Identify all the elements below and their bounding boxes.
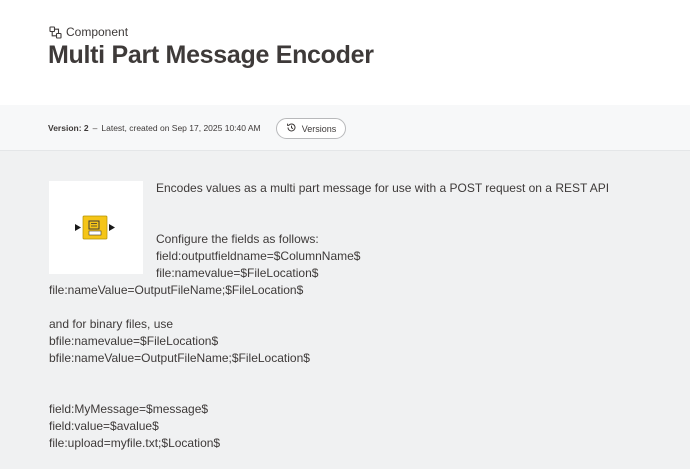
- breadcrumb-label: Component: [66, 25, 129, 39]
- breadcrumb: Component: [49, 24, 128, 40]
- description-intro: Encodes values as a multi part message f…: [156, 181, 610, 195]
- description-config-line: file:nameValue=OutputFileName;$FileLocat…: [49, 283, 304, 297]
- page-title: Multi Part Message Encoder: [48, 41, 374, 69]
- description-example-line: field:value=$avalue$: [49, 419, 159, 433]
- description-binary-line: bfile:nameValue=OutputFileName;$FileLoca…: [49, 351, 310, 365]
- page-header: Component Multi Part Message Encoder: [0, 0, 690, 105]
- versions-button-label: Versions: [301, 123, 337, 134]
- versions-button[interactable]: Versions: [276, 118, 346, 139]
- description-binary-line: bfile:namevalue=$FileLocation$: [49, 334, 219, 348]
- description-example-line: file:upload=myfile.txt;$Location$: [49, 436, 221, 450]
- description-config-line: field:outputfieldname=$ColumnName$: [156, 249, 361, 263]
- component-icon: [49, 25, 62, 39]
- version-label: Version: 2: [48, 123, 89, 133]
- description-example-line: field:MyMessage=$message$: [49, 402, 209, 416]
- description-configure-heading: Configure the fields as follows:: [156, 232, 319, 246]
- node-icon-card: [49, 181, 143, 274]
- multipart-encoder-node-icon: [75, 215, 115, 240]
- description-config-line: file:namevalue=$FileLocation$: [156, 266, 319, 280]
- version-separator: –: [92, 123, 98, 133]
- description-binary-heading: and for binary files, use: [49, 317, 174, 331]
- version-info: Version: 2– Latest, created on Sep 17, 20…: [48, 123, 261, 133]
- version-created-info: Latest, created on Sep 17, 2025 10:40 AM: [101, 123, 261, 133]
- history-icon: [286, 122, 297, 135]
